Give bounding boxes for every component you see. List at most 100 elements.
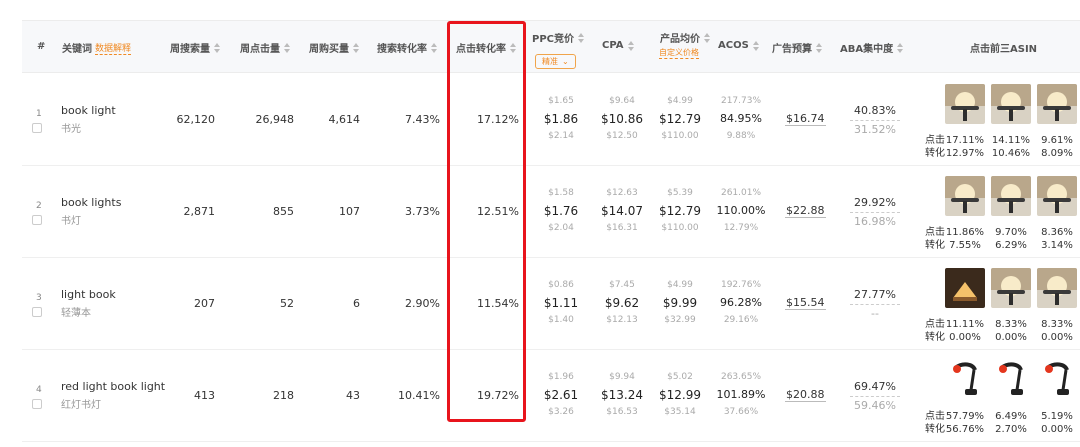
cpa-value: $14.07: [601, 204, 643, 218]
asin-conversion-rate: 8.09%: [1041, 148, 1073, 159]
acos-high: 9.88%: [726, 131, 756, 141]
header-ad-budget[interactable]: 广告预算: [772, 40, 822, 55]
acos-low: 261.01%: [720, 188, 762, 198]
asin-click-rate: 8.33%: [1041, 319, 1073, 330]
sort-icon[interactable]: [353, 42, 359, 53]
table-row: 3 light book 轻薄本 207 52 6 2.90% 11.54% $…: [22, 258, 1080, 350]
sort-icon[interactable]: [816, 42, 822, 53]
header-label: PPC竞价: [532, 34, 574, 45]
price-low: $5.39: [667, 188, 693, 198]
book-light-product-icon[interactable]: [945, 176, 985, 216]
row-checkbox[interactable]: [32, 215, 42, 225]
book-light-product-icon[interactable]: [945, 84, 985, 124]
header-label: 周搜索量: [170, 44, 210, 55]
header-index: #: [37, 41, 46, 52]
row-index: 3: [36, 293, 42, 303]
header-search-conversion[interactable]: 搜索转化率: [377, 40, 437, 55]
keyword-text[interactable]: red light book light: [61, 380, 165, 393]
header-weekly-purchases[interactable]: 周购买量: [309, 40, 359, 55]
acos-value: 110.00%: [716, 204, 766, 217]
red-clip-light-icon[interactable]: [991, 360, 1031, 400]
row-checkbox[interactable]: [32, 399, 42, 409]
asin-click-rate: 9.70%: [995, 227, 1027, 238]
ppc-high: $1.40: [548, 315, 574, 325]
red-clip-light-icon[interactable]: [945, 360, 985, 400]
header-acos[interactable]: ACOS: [718, 40, 759, 51]
weekly-search-value: 207: [194, 297, 215, 310]
custom-price-link[interactable]: 自定义价格: [659, 47, 699, 59]
header-ppc[interactable]: PPC竞价: [532, 30, 584, 45]
data-explain-link[interactable]: 数据解释: [95, 41, 132, 55]
keyword-text[interactable]: book light: [61, 104, 116, 117]
sort-icon[interactable]: [284, 42, 290, 53]
aba-primary: 27.77%: [854, 288, 896, 301]
weekly-search-value: 62,120: [176, 113, 216, 126]
asin-click-rate: 14.11%: [991, 135, 1031, 146]
cpa-high: $16.31: [606, 223, 638, 233]
price-high: $32.99: [664, 315, 696, 325]
price-value: $9.99: [662, 296, 698, 310]
sort-icon[interactable]: [214, 42, 220, 53]
acos-low: 217.73%: [720, 96, 762, 106]
price-high: $110.00: [661, 223, 699, 233]
cpa-value: $13.24: [601, 388, 643, 402]
red-clip-light-icon[interactable]: [1037, 360, 1077, 400]
chevron-down-icon: ⌄: [562, 57, 569, 66]
sort-icon[interactable]: [627, 40, 634, 51]
asin-conversion-rate: 12.97%: [945, 148, 985, 159]
ppc-high: $2.04: [548, 223, 574, 233]
cpa-low: $9.94: [609, 372, 635, 382]
sort-icon[interactable]: [431, 42, 437, 53]
header-weekly-clicks[interactable]: 周点击量: [240, 40, 290, 55]
asin-conversion-rate: 3.14%: [1041, 240, 1073, 251]
weekly-search-value: 2,871: [183, 205, 216, 218]
book-light-product-icon[interactable]: [991, 268, 1031, 308]
asin-conversion-label: 转化: [925, 240, 945, 251]
asin-conversion-rate: 0.00%: [995, 332, 1027, 343]
header-avg-price[interactable]: 产品均价: [660, 30, 710, 45]
keyword-translation: 书灯: [61, 216, 81, 227]
asin-click-rate: 17.11%: [945, 135, 985, 146]
asin-conversion-label: 转化: [925, 332, 945, 343]
cpa-value: $10.86: [601, 112, 643, 126]
book-light-product-icon[interactable]: [991, 176, 1031, 216]
header-weekly-search[interactable]: 周搜索量: [170, 40, 220, 55]
ad-budget-value[interactable]: $15.54: [785, 296, 826, 310]
book-light-product-icon[interactable]: [991, 84, 1031, 124]
keyword-translation: 书光: [61, 124, 81, 135]
click-conversion-highlight-box: [447, 21, 526, 422]
asin-conversion-rate: 0.00%: [1041, 332, 1073, 343]
header-cpa[interactable]: CPA: [602, 40, 634, 51]
header-label: 搜索转化率: [377, 44, 427, 55]
aba-secondary: 16.98%: [850, 212, 900, 228]
book-light-product-icon[interactable]: [1037, 176, 1077, 216]
sort-icon[interactable]: [897, 42, 904, 53]
row-index: 4: [36, 385, 42, 395]
book-light-product-icon[interactable]: [1037, 84, 1077, 124]
acos-value: 96.28%: [720, 296, 762, 309]
ad-budget-value[interactable]: $20.88: [785, 388, 826, 402]
keyword-translation: 红灯书灯: [61, 400, 101, 411]
asin-click-rate: 11.86%: [945, 227, 985, 238]
asin-click-rate: 11.11%: [945, 319, 985, 330]
ppc-value: $1.86: [543, 112, 579, 126]
ppc-match-dropdown[interactable]: 精准 ⌄: [535, 49, 576, 69]
row-checkbox[interactable]: [32, 123, 42, 133]
acos-value: 101.89%: [716, 388, 766, 401]
keyword-text[interactable]: book lights: [61, 196, 121, 209]
sort-icon[interactable]: [578, 32, 584, 43]
asin-conversion-rate: 56.76%: [945, 424, 985, 435]
ad-budget-value[interactable]: $16.74: [785, 112, 826, 126]
sort-icon[interactable]: [704, 32, 710, 43]
book-light-product-icon[interactable]: [1037, 268, 1077, 308]
header-aba[interactable]: ABA集中度: [840, 40, 904, 55]
row-checkbox[interactable]: [32, 307, 42, 317]
acos-high: 29.16%: [723, 315, 759, 325]
book-lamp-product-icon[interactable]: [945, 268, 985, 308]
sort-icon[interactable]: [752, 40, 759, 51]
keyword-text[interactable]: light book: [61, 288, 116, 301]
aba-primary: 69.47%: [854, 380, 896, 393]
weekly-purchases-value: 107: [339, 205, 360, 218]
acos-high: 37.66%: [723, 407, 759, 417]
ad-budget-value[interactable]: $22.88: [785, 204, 826, 218]
